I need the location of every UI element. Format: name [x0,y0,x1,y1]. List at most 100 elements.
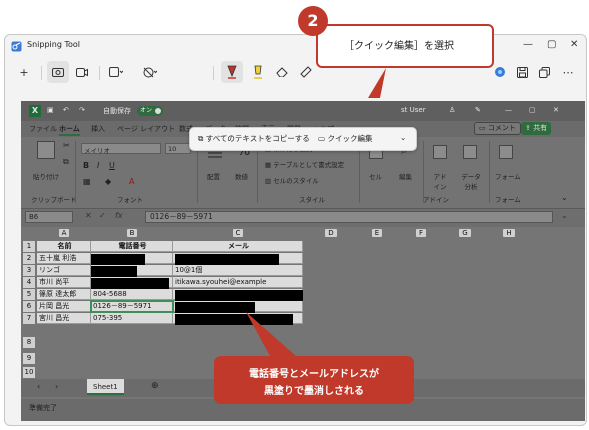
border-icon[interactable]: ▦ [83,177,91,186]
cut-icon[interactable]: ✂ [63,141,70,150]
phone-cell[interactable]: 075-395 [91,313,173,324]
row-header[interactable]: 5 [23,289,35,300]
edit-label[interactable]: 編集 [399,171,412,181]
data-analysis-label[interactable]: データ 分析 [461,171,481,191]
name-box[interactable]: B6 [25,211,73,223]
comment-button[interactable]: ▭ コメント [474,122,521,135]
formula-input[interactable]: 0126－89－5971 [145,211,553,223]
col-header-d[interactable]: D [311,227,351,239]
copy-all-text-button[interactable]: ⧉ すべてのテキストをコピーする [198,133,310,144]
addin-label[interactable]: アド イン [431,171,449,191]
font-color-icon[interactable]: A [129,177,134,186]
excel-close-icon[interactable]: ✕ [553,106,559,114]
col-header-g[interactable]: G [445,227,485,239]
font-size-select[interactable]: 10 [165,143,191,154]
close-icon[interactable]: ✕ [570,39,578,50]
email-cell[interactable]: 10@1個 [173,265,303,276]
name-cell[interactable]: 片岡 昌光 [37,301,91,312]
delay-button[interactable] [139,61,161,83]
window-title: Snipping Tool [27,40,80,49]
tab-insert[interactable]: 挿入 [91,124,105,134]
name-cell[interactable]: リンゴ [37,265,91,276]
row-header[interactable]: 7 [23,313,35,324]
sheet-next-icon[interactable]: › [55,382,58,391]
tab-page-layout[interactable]: ページ レイアウト [117,124,175,134]
header-name[interactable]: 名前 [37,241,91,252]
sheet-tab[interactable]: Sheet1 [87,379,124,395]
number-label[interactable]: 数値 [235,171,248,181]
ballpoint-pen-tool[interactable] [221,61,243,83]
user-icon[interactable]: ♙ [449,106,455,114]
share-excel-button[interactable]: ⇪ 共有 [521,122,552,135]
fill-color-icon[interactable]: ◆ [105,177,111,186]
copy-small-icon[interactable]: ⧉ [63,157,69,167]
quick-redact-button[interactable]: ▭ クイック編集 [318,133,372,144]
undo-icon[interactable]: ↶ [63,106,69,114]
ruler-tool[interactable] [295,61,317,83]
screenshot-mode-button[interactable] [47,61,69,83]
name-cell[interactable]: 五十嵐 利浩 [37,253,91,264]
table-format-button[interactable]: ▦ テーブルとして書式設定 [265,159,344,169]
row-header[interactable]: 8 [23,337,35,348]
excel-minimize-icon[interactable]: — [505,106,512,114]
align-label[interactable]: 配置 [207,171,220,181]
form-icon[interactable] [499,145,513,159]
excel-maximize-icon[interactable]: ▢ [529,106,536,114]
row-header[interactable]: 1 [23,241,35,252]
redact-menu-chevron-icon[interactable]: ⌄ [400,133,406,142]
copy-button[interactable] [533,61,555,83]
eraser-tool[interactable] [271,61,293,83]
redo-icon[interactable]: ↷ [79,106,85,114]
tab-file[interactable]: ファイル [29,124,57,134]
name-cell[interactable]: 篠原 達太郎 [37,289,91,300]
cells-label[interactable]: セル [369,171,382,181]
disk-icon[interactable]: ▣ [47,106,54,114]
cell-styles-button[interactable]: ▥ セルのスタイル [265,175,319,185]
italic-icon[interactable]: I [97,161,99,170]
col-header-b[interactable]: B [91,227,173,239]
save-button[interactable] [511,61,533,83]
new-snip-button[interactable]: + [13,61,35,83]
row-header[interactable]: 9 [23,353,35,364]
col-header-f[interactable]: F [401,227,441,239]
maximize-icon[interactable]: ▢ [547,39,556,50]
underline-icon[interactable]: U [109,161,115,170]
sheet-prev-icon[interactable]: ‹ [37,382,40,391]
row-header[interactable]: 2 [23,253,35,264]
pen-mode-icon[interactable]: ✎ [475,106,481,114]
col-header-h[interactable]: H [489,227,529,239]
paste-label[interactable]: 貼り付け [33,171,59,181]
row-header[interactable]: 3 [23,265,35,276]
header-phone[interactable]: 電話番号 [91,241,173,252]
col-header-a[interactable]: A [37,227,91,239]
tab-home[interactable]: ホーム [59,124,80,136]
addin-icon[interactable] [433,145,447,159]
highlighter-tool[interactable] [247,61,269,83]
more-options-button[interactable]: ⋯ [557,61,579,83]
row-header[interactable]: 4 [23,277,35,288]
paste-icon[interactable] [37,141,55,159]
row-header[interactable]: 10 [23,367,35,378]
video-mode-button[interactable] [71,61,93,83]
name-cell[interactable]: 宮川 昌光 [37,313,91,324]
email-cell[interactable]: itikawa.syouhei@example [173,277,303,288]
header-email[interactable]: メール [173,241,303,252]
form-label[interactable]: フォーム [495,171,521,181]
confirm-entry-icon[interactable]: ✓ [99,211,106,220]
minimize-icon[interactable]: — [523,39,533,50]
name-cell[interactable]: 市川 尚平 [37,277,91,288]
snip-mode-button[interactable] [105,61,127,83]
cancel-entry-icon[interactable]: ✕ [85,211,92,220]
function-icon[interactable]: fx [115,211,123,220]
bold-icon[interactable]: B [83,161,89,170]
formula-expand-icon[interactable]: ⌄ [561,211,568,220]
autosave-toggle[interactable]: オン [137,106,163,116]
add-sheet-icon[interactable]: ⊕ [151,381,159,391]
data-analysis-icon[interactable] [463,145,477,159]
phone-cell[interactable]: 804-5688 [91,289,173,300]
col-header-e[interactable]: E [357,227,397,239]
ribbon-collapse-icon[interactable]: ⌄ [561,193,568,202]
col-header-c[interactable]: C [173,227,303,239]
font-name-select[interactable]: メイリオ [81,143,161,155]
row-header[interactable]: 6 [23,301,35,312]
